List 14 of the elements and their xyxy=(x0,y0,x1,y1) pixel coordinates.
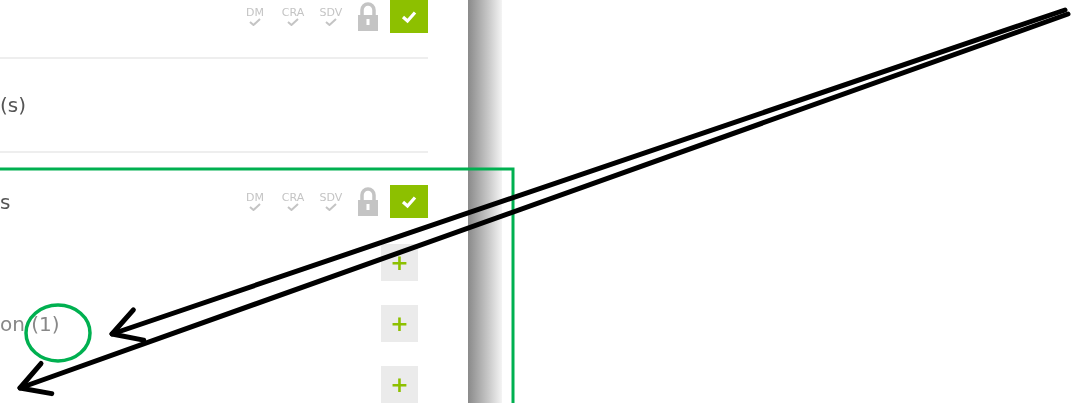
review-badge: DM xyxy=(240,7,270,26)
review-badge: CRA xyxy=(278,192,308,211)
item-label: on (1) xyxy=(0,311,60,336)
section-title: s xyxy=(0,189,11,214)
add-button[interactable]: + xyxy=(381,366,418,403)
review-badge: CRA xyxy=(278,7,308,26)
complete-checkbox[interactable] xyxy=(390,0,428,33)
review-badge: DM xyxy=(240,192,270,211)
review-badge: SDV xyxy=(316,7,346,26)
review-badge: SDV xyxy=(316,192,346,211)
add-button[interactable]: + xyxy=(381,305,418,342)
row-label: (s) xyxy=(0,92,27,117)
highlight-circle xyxy=(24,303,92,363)
complete-checkbox[interactable] xyxy=(390,185,428,218)
